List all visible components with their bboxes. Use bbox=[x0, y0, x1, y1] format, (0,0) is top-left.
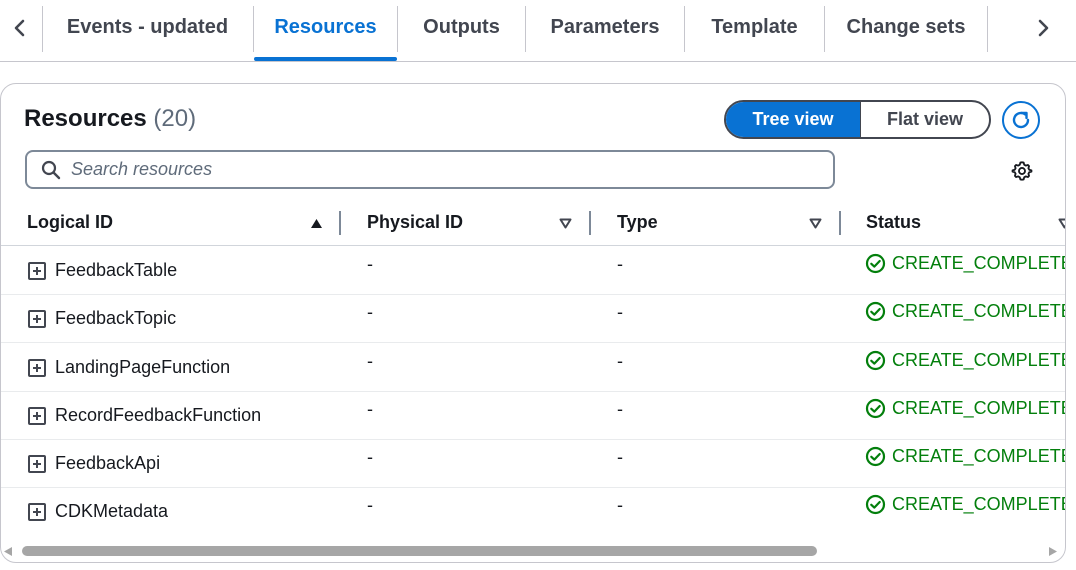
panel-title-text: Resources bbox=[24, 105, 147, 132]
type-cell: - bbox=[617, 302, 623, 322]
table-row: CDKMetadata - - CREATE_COMPLETE bbox=[1, 488, 1066, 536]
column-resizer[interactable] bbox=[339, 211, 341, 235]
tab-resources[interactable]: Resources bbox=[254, 0, 397, 62]
resource-count: (20) bbox=[153, 105, 197, 132]
scroll-left-arrow-icon[interactable] bbox=[3, 546, 13, 557]
tab-bar: Events - updated Resources Outputs Param… bbox=[0, 0, 1076, 62]
column-header-type[interactable]: Type bbox=[617, 212, 658, 233]
table-row: FeedbackTopic - - CREATE_COMPLETE bbox=[1, 295, 1066, 343]
type-cell: - bbox=[617, 447, 623, 467]
status-success-icon bbox=[865, 494, 886, 515]
tab-label: Parameters bbox=[550, 16, 660, 38]
tab-label: Resources bbox=[274, 16, 377, 38]
refresh-icon bbox=[1012, 111, 1030, 129]
column-header-logical-id[interactable]: Logical ID bbox=[27, 212, 113, 233]
status-success-icon bbox=[865, 446, 886, 467]
table-row: LandingPageFunction - - CREATE_COMPLETE bbox=[1, 344, 1066, 392]
chevron-left-icon bbox=[14, 19, 25, 37]
resources-panel: Resources (20) Tree view Flat view Logic… bbox=[0, 83, 1066, 563]
column-resizer[interactable] bbox=[839, 211, 841, 235]
status-cell: CREATE_COMPLETE bbox=[865, 398, 1066, 419]
tab-change-sets[interactable]: Change sets bbox=[825, 0, 987, 62]
horizontal-scrollbar[interactable] bbox=[0, 542, 1066, 560]
physical-id-cell: - bbox=[367, 399, 373, 419]
chevron-right-icon bbox=[1038, 19, 1049, 37]
tab-label: Change sets bbox=[846, 16, 966, 38]
expand-row-icon[interactable] bbox=[28, 503, 46, 521]
status-cell: CREATE_COMPLETE bbox=[865, 494, 1066, 515]
status-text: CREATE_COMPLETE bbox=[892, 398, 1066, 418]
physical-id-cell: - bbox=[367, 254, 373, 274]
status-text: CREATE_COMPLETE bbox=[892, 494, 1066, 514]
status-success-icon bbox=[865, 253, 886, 274]
logical-id-cell: LandingPageFunction bbox=[55, 357, 231, 377]
sort-icon[interactable] bbox=[809, 218, 822, 229]
sort-icon[interactable] bbox=[559, 218, 572, 229]
tab-label: Template bbox=[711, 16, 798, 38]
physical-id-cell: - bbox=[367, 447, 373, 467]
tab-events-updated[interactable]: Events - updated bbox=[42, 0, 253, 62]
physical-id-cell: - bbox=[367, 351, 373, 371]
expand-row-icon[interactable] bbox=[28, 455, 46, 473]
logical-id-cell: RecordFeedbackFunction bbox=[55, 405, 262, 425]
column-resizer[interactable] bbox=[589, 211, 591, 235]
status-success-icon bbox=[865, 398, 886, 419]
logical-id-cell: CDKMetadata bbox=[55, 501, 169, 521]
status-cell: CREATE_COMPLETE bbox=[865, 253, 1066, 274]
type-cell: - bbox=[617, 399, 623, 419]
flat-view-button[interactable]: Flat view bbox=[860, 102, 989, 137]
expand-row-icon[interactable] bbox=[28, 310, 46, 328]
tab-list: Events - updated Resources Outputs Param… bbox=[42, 0, 988, 62]
status-success-icon bbox=[865, 301, 886, 322]
status-cell: CREATE_COMPLETE bbox=[865, 350, 1066, 371]
sort-icon[interactable] bbox=[1058, 218, 1066, 229]
gear-icon[interactable] bbox=[1011, 160, 1033, 182]
tab-label: Outputs bbox=[423, 16, 500, 38]
tab-template[interactable]: Template bbox=[685, 0, 824, 62]
tabs-scroll-left-button[interactable] bbox=[0, 0, 40, 56]
column-header-physical-id[interactable]: Physical ID bbox=[367, 212, 463, 233]
tree-view-button[interactable]: Tree view bbox=[726, 102, 860, 137]
logical-id-cell: FeedbackTable bbox=[55, 260, 178, 280]
logical-id-cell: FeedbackTopic bbox=[55, 308, 177, 328]
tabs-scroll-right-button[interactable] bbox=[1023, 0, 1063, 56]
panel-title: Resources (20) bbox=[24, 105, 196, 133]
status-text: CREATE_COMPLETE bbox=[892, 253, 1066, 273]
search-input[interactable] bbox=[71, 159, 811, 180]
type-cell: - bbox=[617, 254, 623, 274]
table-row: FeedbackTable - - CREATE_COMPLETE bbox=[1, 247, 1066, 295]
view-toggle: Tree view Flat view bbox=[724, 100, 991, 139]
scroll-right-arrow-icon[interactable] bbox=[1048, 546, 1058, 557]
table-row: FeedbackApi - - CREATE_COMPLETE bbox=[1, 440, 1066, 488]
tab-parameters[interactable]: Parameters bbox=[526, 0, 684, 62]
scrollbar-thumb[interactable] bbox=[22, 546, 817, 556]
expand-row-icon[interactable] bbox=[28, 262, 46, 280]
logical-id-cell: FeedbackApi bbox=[55, 453, 161, 473]
physical-id-cell: - bbox=[367, 302, 373, 322]
status-text: CREATE_COMPLETE bbox=[892, 350, 1066, 370]
physical-id-cell: - bbox=[367, 495, 373, 515]
table-header: Logical ID Physical ID Type Status bbox=[1, 204, 1066, 246]
search-icon bbox=[41, 160, 61, 179]
status-cell: CREATE_COMPLETE bbox=[865, 301, 1066, 322]
expand-row-icon[interactable] bbox=[28, 359, 46, 377]
refresh-button[interactable] bbox=[1002, 101, 1040, 139]
expand-row-icon[interactable] bbox=[28, 407, 46, 425]
table-row: RecordFeedbackFunction - - CREATE_COMPLE… bbox=[1, 392, 1066, 440]
tab-divider bbox=[987, 6, 988, 52]
column-header-status[interactable]: Status bbox=[866, 212, 921, 233]
type-cell: - bbox=[617, 495, 623, 515]
tab-label: Events - updated bbox=[66, 16, 229, 38]
type-cell: - bbox=[617, 351, 623, 371]
search-box bbox=[25, 150, 835, 189]
tab-outputs[interactable]: Outputs bbox=[398, 0, 525, 62]
status-text: CREATE_COMPLETE bbox=[892, 446, 1066, 466]
sort-ascending-icon[interactable] bbox=[310, 218, 323, 229]
status-text: CREATE_COMPLETE bbox=[892, 301, 1066, 321]
status-cell: CREATE_COMPLETE bbox=[865, 446, 1066, 467]
status-success-icon bbox=[865, 350, 886, 371]
